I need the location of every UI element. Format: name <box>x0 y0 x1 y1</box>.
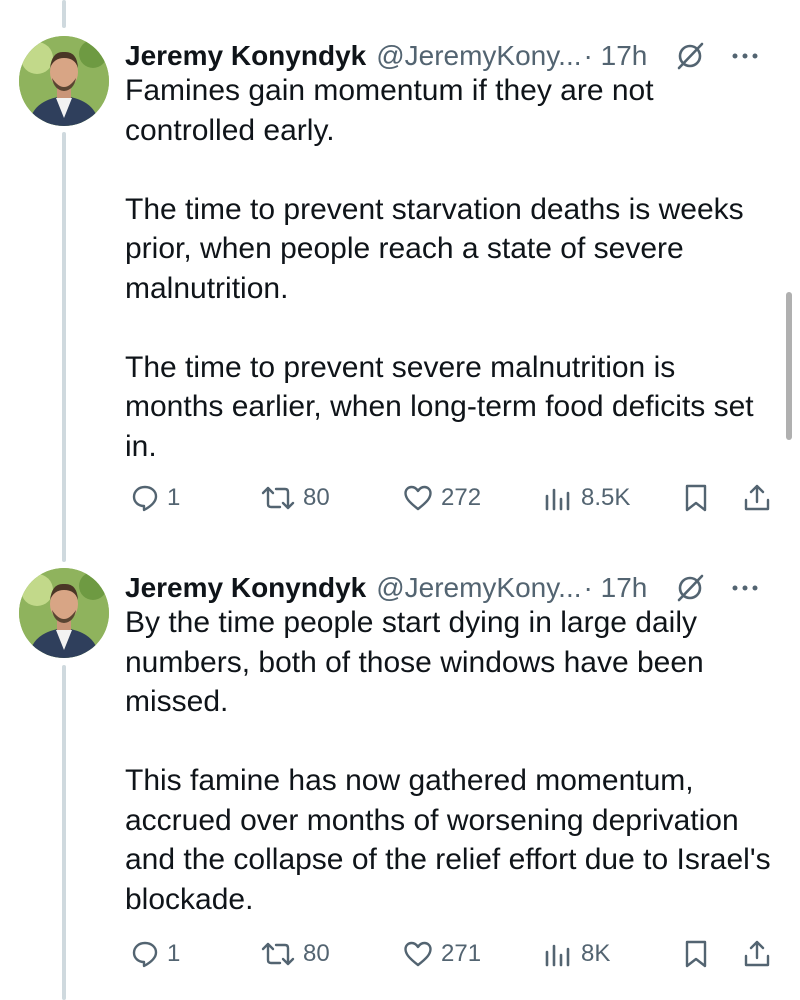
repost-icon <box>261 940 295 968</box>
bookmark-button[interactable] <box>683 934 717 974</box>
reply-icon <box>131 484 159 512</box>
tweet-header: Jeremy Konyndyk @JeremyKony... · 17h <box>125 568 759 608</box>
tweet-paragraph: This famine has now gathered momentum, a… <box>125 764 771 916</box>
share-icon <box>743 939 771 969</box>
user-handle[interactable]: @JeremyKony... <box>376 572 581 604</box>
share-button[interactable] <box>743 478 779 518</box>
more-icon[interactable] <box>731 52 759 60</box>
display-name[interactable]: Jeremy Konyndyk <box>125 572 366 604</box>
thread-line-top <box>62 0 66 28</box>
repost-count: 80 <box>303 940 330 967</box>
grok-icon[interactable] <box>675 41 705 71</box>
tweet-text: By the time people start dying in large … <box>125 603 775 919</box>
views-button[interactable]: 8.5K <box>543 478 630 518</box>
like-button[interactable]: 271 <box>403 934 481 974</box>
views-count: 8.5K <box>581 484 631 511</box>
thread-line-middle <box>62 132 66 562</box>
tweet-text: Famines gain momentum if they are not co… <box>125 71 775 466</box>
scrollbar[interactable] <box>786 292 792 440</box>
reply-icon <box>131 940 159 968</box>
thread-line-bottom <box>62 665 66 1000</box>
views-icon <box>543 484 573 512</box>
avatar[interactable] <box>19 568 109 658</box>
reply-count: 1 <box>167 940 181 967</box>
display-name[interactable]: Jeremy Konyndyk <box>125 40 366 72</box>
repost-button[interactable]: 80 <box>261 934 330 974</box>
bookmark-icon <box>683 939 709 969</box>
repost-icon <box>261 484 295 512</box>
tweet-paragraph: By the time people start dying in large … <box>125 606 704 718</box>
tweet-actions: 1 80 272 8.5K <box>125 478 776 518</box>
timestamp[interactable]: · 17h <box>584 40 648 72</box>
tweet-header: Jeremy Konyndyk @JeremyKony... · 17h <box>125 36 759 76</box>
timestamp[interactable]: · 17h <box>584 572 648 604</box>
repost-button[interactable]: 80 <box>261 478 330 518</box>
like-button[interactable]: 272 <box>403 478 481 518</box>
tweet-paragraph: The time to prevent starvation deaths is… <box>125 192 744 305</box>
tweet-paragraph: Famines gain momentum if they are not co… <box>125 74 654 147</box>
repost-count: 80 <box>303 484 330 511</box>
reply-button[interactable]: 1 <box>131 478 180 518</box>
share-button[interactable] <box>743 934 779 974</box>
bookmark-button[interactable] <box>683 478 717 518</box>
share-icon <box>743 483 771 513</box>
tweet-paragraph: The time to prevent severe malnutrition … <box>125 350 754 463</box>
like-count: 272 <box>441 484 482 511</box>
tweet-actions: 1 80 271 8K <box>125 934 776 974</box>
reply-count: 1 <box>167 484 181 511</box>
views-icon <box>543 940 573 968</box>
grok-icon[interactable] <box>675 573 705 603</box>
like-icon <box>403 484 433 512</box>
views-count: 8K <box>581 940 611 967</box>
like-icon <box>403 940 433 968</box>
views-button[interactable]: 8K <box>543 934 610 974</box>
avatar[interactable] <box>19 36 109 126</box>
more-icon[interactable] <box>731 584 759 592</box>
like-count: 271 <box>441 940 482 967</box>
bookmark-icon <box>683 483 709 513</box>
user-handle[interactable]: @JeremyKony... <box>376 40 581 72</box>
reply-button[interactable]: 1 <box>131 934 180 974</box>
